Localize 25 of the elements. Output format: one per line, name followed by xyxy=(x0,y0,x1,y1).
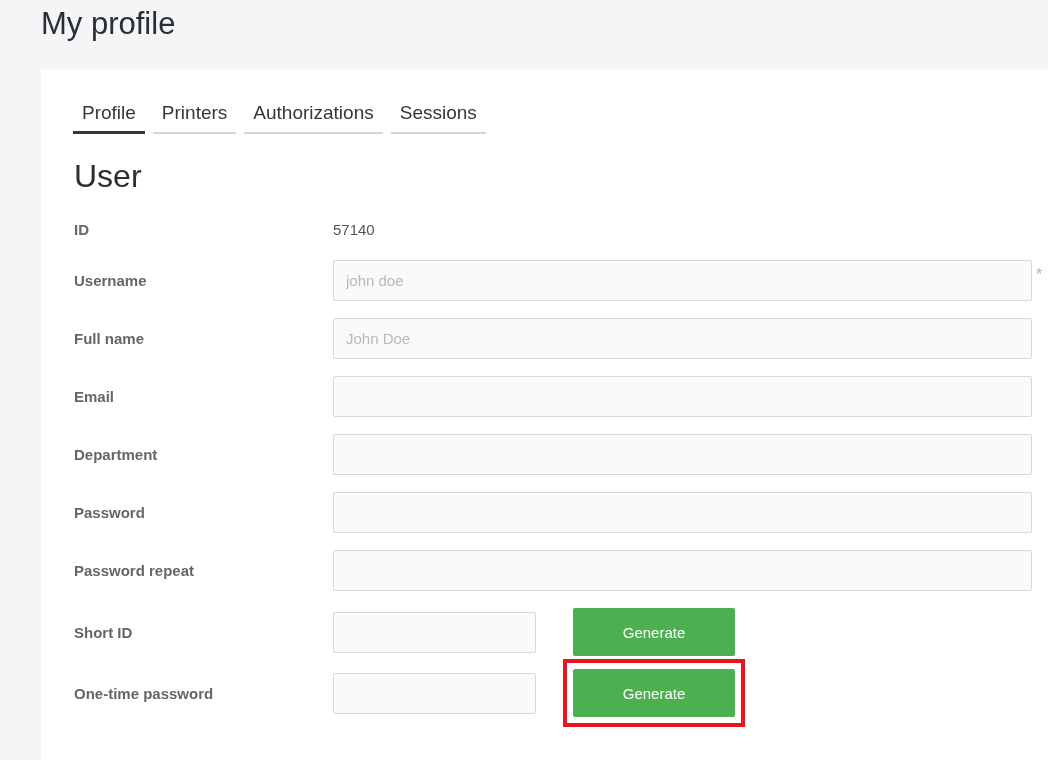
field-label: Email xyxy=(74,388,116,405)
input-field[interactable] xyxy=(333,550,1032,591)
input-field[interactable] xyxy=(333,672,536,714)
field-label: Department xyxy=(74,446,159,463)
input-field[interactable] xyxy=(333,611,536,653)
field-label: Password xyxy=(74,504,146,521)
field-label: ID xyxy=(74,220,90,238)
tab[interactable]: Printers xyxy=(152,94,237,134)
field-label: Full name xyxy=(74,330,145,347)
id-value: 57140 xyxy=(333,220,376,238)
tab[interactable]: Sessions xyxy=(390,94,486,134)
section-title: User xyxy=(74,157,143,196)
field-label: Password repeat xyxy=(74,562,196,579)
input-field[interactable] xyxy=(333,376,1032,417)
field-label: Username xyxy=(74,272,148,289)
tab[interactable]: Authorizations xyxy=(244,94,383,134)
input-field[interactable] xyxy=(333,434,1032,475)
input-field[interactable]: john doe xyxy=(333,260,1032,301)
tab[interactable]: Profile xyxy=(73,94,145,134)
input-field[interactable]: John Doe xyxy=(333,318,1032,359)
required-mark: * xyxy=(1036,266,1044,284)
field-label: Short ID xyxy=(74,623,134,641)
input-field[interactable] xyxy=(333,492,1032,533)
field-label: One-time password xyxy=(74,684,215,702)
page-title: My profile xyxy=(40,5,177,43)
